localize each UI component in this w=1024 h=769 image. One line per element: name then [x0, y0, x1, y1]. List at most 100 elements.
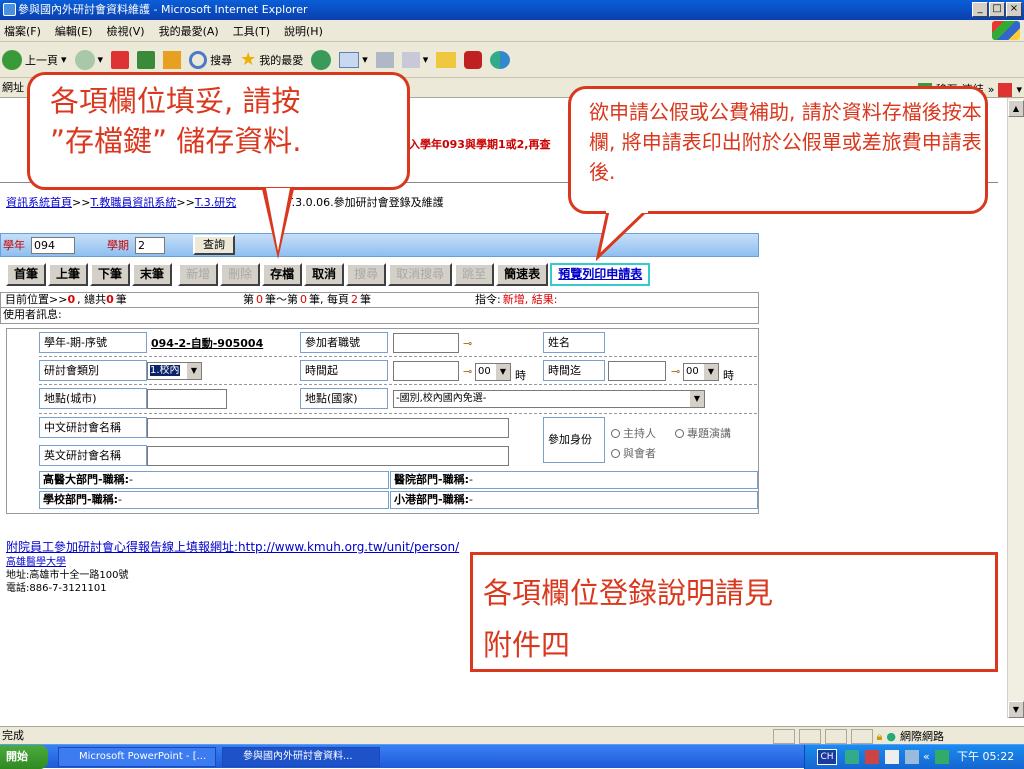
folder-button[interactable] — [436, 51, 457, 68]
quick-report-button[interactable]: 簡速表 — [496, 263, 549, 286]
row-divider — [39, 413, 757, 414]
network-icon[interactable] — [935, 750, 949, 764]
favorites-button[interactable]: ★ 我的最愛 — [240, 49, 303, 70]
role-host-radio[interactable]: 主持人 — [611, 425, 656, 441]
year-input[interactable]: 094 — [31, 236, 75, 254]
save-button[interactable]: 存檔 — [262, 263, 303, 286]
time-end-label: 時間迄 — [543, 360, 605, 381]
menu-help[interactable]: 說明(H) — [284, 23, 323, 39]
devil-icon — [464, 50, 483, 69]
menu-view[interactable]: 檢視(V) — [106, 23, 144, 39]
role-keynote-radio[interactable]: 專題演講 — [675, 425, 731, 441]
help-reference-callout: 各項欄位登錄說明請見 附件四 — [470, 552, 998, 672]
next-record-button[interactable]: 下筆 — [90, 263, 131, 286]
report-url-link[interactable]: 附院員工參加研討會心得報告線上填報網址:http://www.kmuh.org.… — [6, 538, 459, 555]
refresh-button[interactable] — [137, 50, 156, 69]
menu-tools[interactable]: 工具(T) — [233, 23, 270, 39]
windows-logo-icon — [992, 21, 1020, 40]
city-input[interactable] — [147, 389, 227, 409]
first-record-button[interactable]: 首筆 — [6, 263, 47, 286]
country-select[interactable]: -國別,校內國內免選- ▼ — [393, 390, 705, 408]
status-done: 完成 — [2, 729, 24, 742]
en-name-input[interactable] — [147, 446, 509, 466]
en-name-label: 英文研討會名稱 — [39, 445, 147, 466]
menu-file[interactable]: 檔案(F) — [4, 23, 41, 39]
messenger-button[interactable] — [490, 50, 511, 69]
minimize-button[interactable]: _ — [972, 2, 988, 17]
tray-expand-icon[interactable]: « — [923, 745, 930, 769]
org-address: 地址:高雄市十全一路100號 — [6, 570, 129, 581]
chevron-down-icon: ▼ — [690, 391, 704, 407]
serial-label: 學年-期-序號 — [39, 332, 147, 353]
term-input[interactable]: 2 — [135, 236, 165, 254]
home-button[interactable] — [163, 50, 182, 69]
tray-app-icon[interactable] — [885, 750, 899, 764]
cancel-button[interactable]: 取消 — [304, 263, 345, 286]
system-tray: CH « 下午 05:22 — [804, 745, 1024, 769]
breadcrumb-home[interactable]: 資訊系統首頁 — [6, 196, 72, 209]
print-button[interactable] — [375, 51, 394, 68]
query-button[interactable]: 查詢 — [193, 235, 235, 255]
status-zones: 🔒︎ ● 網際網路 — [772, 728, 1020, 745]
last-record-button[interactable]: 末筆 — [132, 263, 173, 286]
time-end-input[interactable] — [608, 361, 666, 381]
edit-icon — [401, 51, 420, 68]
clock: 下午 05:22 — [957, 750, 1015, 763]
devil-button[interactable] — [464, 50, 483, 69]
close-button[interactable]: × — [1006, 2, 1022, 17]
ime-indicator[interactable]: CH — [817, 749, 837, 765]
year-label: 學年 — [3, 239, 25, 252]
tray-app-icon[interactable] — [905, 750, 919, 764]
forward-button[interactable]: ▾ — [74, 49, 103, 70]
scroll-down-icon[interactable]: ▼ — [1008, 701, 1024, 718]
time-start-input[interactable] — [393, 361, 459, 381]
end-hour-select[interactable]: 00 ▼ — [683, 363, 719, 381]
cn-name-label: 中文研討會名稱 — [39, 417, 147, 438]
breadcrumb-module[interactable]: T.3.研究 — [195, 196, 236, 209]
print-preview-button[interactable]: 預覽列印申請表 — [550, 263, 651, 286]
extension-icon[interactable] — [998, 83, 1013, 97]
menu-favorites[interactable]: 我的最愛(A) — [159, 23, 219, 39]
folder-icon — [436, 51, 457, 68]
date-picker-icon[interactable]: ⊸ — [463, 365, 472, 378]
breadcrumb-system[interactable]: T.教職員資訊系統 — [90, 196, 176, 209]
delete-button: 刪除 — [220, 263, 261, 286]
edit-button[interactable]: ▾ — [401, 51, 428, 68]
messenger-icon — [490, 50, 511, 69]
prev-record-button[interactable]: 上筆 — [48, 263, 89, 286]
start-hour-unit: 時 — [515, 369, 526, 382]
radio-icon — [611, 428, 620, 438]
maximize-button[interactable]: □ — [989, 2, 1005, 17]
picker-icon[interactable]: ⊸ — [463, 337, 472, 350]
participant-input[interactable] — [393, 333, 459, 353]
globe-icon: ● — [886, 730, 896, 743]
position-value: 0 — [67, 293, 76, 306]
tray-app-icon[interactable] — [865, 750, 879, 764]
category-select[interactable]: 1.校內 ▼ — [147, 362, 202, 380]
history-button[interactable] — [311, 49, 332, 70]
back-button[interactable]: 上一頁 ▾ — [2, 49, 67, 70]
zone-label: 網際網路 — [900, 730, 944, 743]
vertical-scrollbar[interactable]: ▲ ▼ — [1007, 98, 1024, 718]
org-link[interactable]: 高雄醫學大學 — [6, 556, 128, 569]
date-picker-icon[interactable]: ⊸ — [671, 365, 680, 378]
end-hour-unit: 時 — [723, 369, 734, 382]
search-button[interactable]: 搜尋 — [189, 50, 232, 69]
cn-name-input[interactable] — [147, 418, 509, 438]
start-hour-select[interactable]: 00 ▼ — [475, 363, 511, 381]
stop-button[interactable] — [111, 50, 130, 69]
start-button[interactable]: 開始 — [0, 745, 48, 769]
org-phone: 電話:886-7-3121101 — [6, 583, 107, 594]
cancel-search-button: 取消搜尋 — [388, 263, 453, 286]
page-notice: 入學年093與學期1或2,再查 — [409, 138, 551, 151]
tray-app-icon[interactable] — [845, 750, 859, 764]
scroll-up-icon[interactable]: ▲ — [1008, 100, 1024, 117]
role-attendee-radio[interactable]: 與會者 — [611, 445, 656, 461]
kmu-dept-title: 高醫大部門-職稱:- — [39, 471, 389, 489]
forward-arrow-icon — [74, 49, 95, 70]
taskbar-ie-window[interactable]: 參與國內外研討會資料... — [222, 747, 380, 767]
taskbar-powerpoint[interactable]: Microsoft PowerPoint - [... — [58, 747, 216, 767]
menu-edit[interactable]: 編輯(E) — [55, 23, 93, 39]
mail-button[interactable]: ▾ — [339, 51, 368, 68]
school-dept-title: 學校部門-職稱:- — [39, 491, 389, 509]
